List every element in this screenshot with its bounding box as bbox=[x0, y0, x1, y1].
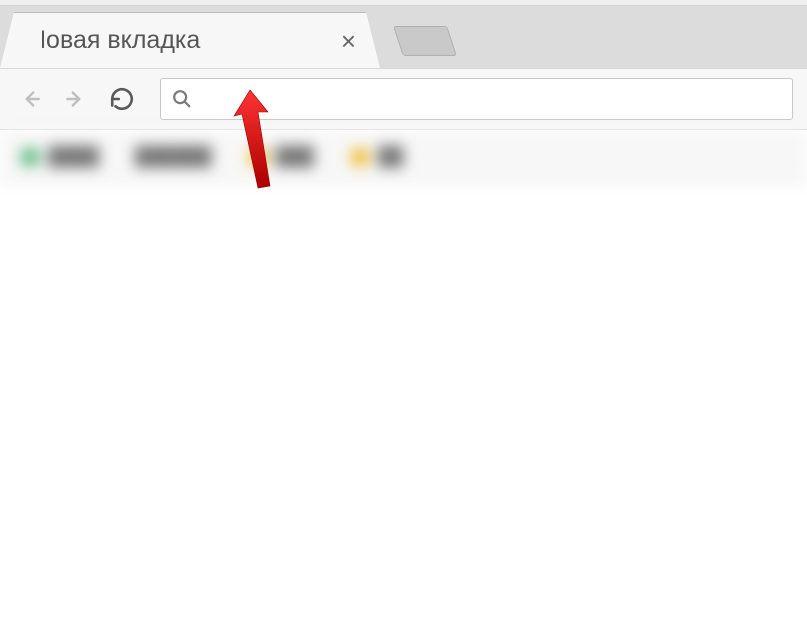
back-button[interactable] bbox=[14, 83, 46, 115]
bookmark-item[interactable]: ██████ bbox=[135, 146, 212, 167]
page-content bbox=[0, 184, 807, 625]
tab-title: Новая вкладка bbox=[28, 26, 335, 55]
reload-button[interactable] bbox=[106, 83, 138, 115]
arrow-left-icon bbox=[17, 86, 43, 112]
reload-icon bbox=[109, 86, 135, 112]
search-icon bbox=[171, 88, 193, 110]
close-icon[interactable]: × bbox=[335, 28, 362, 54]
tab-strip: Новая вкладка × bbox=[0, 6, 807, 68]
bookmarks-bar: ████ ██████ ███ ██ bbox=[0, 130, 807, 184]
new-tab-button[interactable] bbox=[393, 26, 457, 56]
address-input[interactable] bbox=[201, 89, 782, 110]
browser-tab[interactable]: Новая вкладка × bbox=[0, 12, 380, 68]
address-bar[interactable] bbox=[160, 78, 793, 120]
bookmark-item[interactable]: ███ bbox=[248, 146, 314, 167]
toolbar bbox=[0, 68, 807, 130]
forward-button[interactable] bbox=[60, 83, 92, 115]
arrow-right-icon bbox=[63, 86, 89, 112]
bookmark-item[interactable]: ████ bbox=[20, 146, 99, 167]
bookmark-item[interactable]: ██ bbox=[350, 146, 404, 167]
